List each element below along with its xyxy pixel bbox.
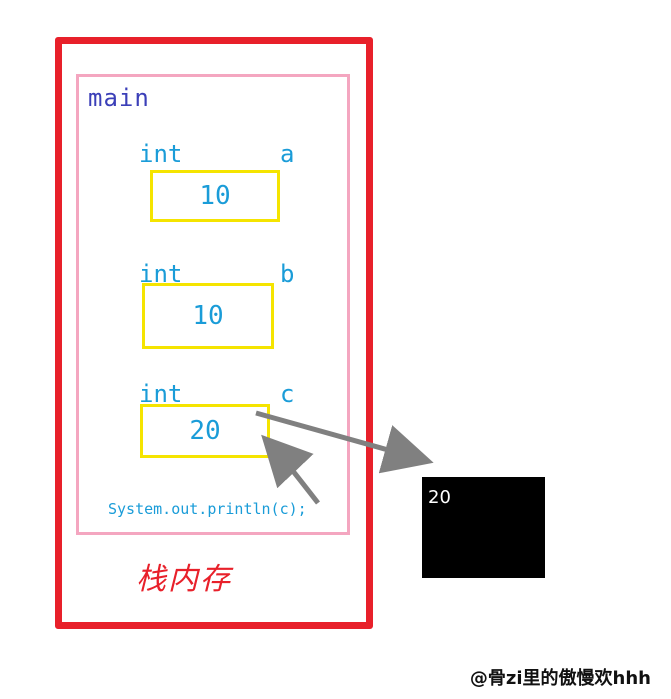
author-watermark: @骨zi里的傲慢欢hhh: [469, 668, 651, 689]
variable-c-to-console-arrow: [255, 410, 434, 474]
statement-to-variable-c-arrow: [261, 434, 320, 505]
arrows-layer: [255, 410, 434, 505]
